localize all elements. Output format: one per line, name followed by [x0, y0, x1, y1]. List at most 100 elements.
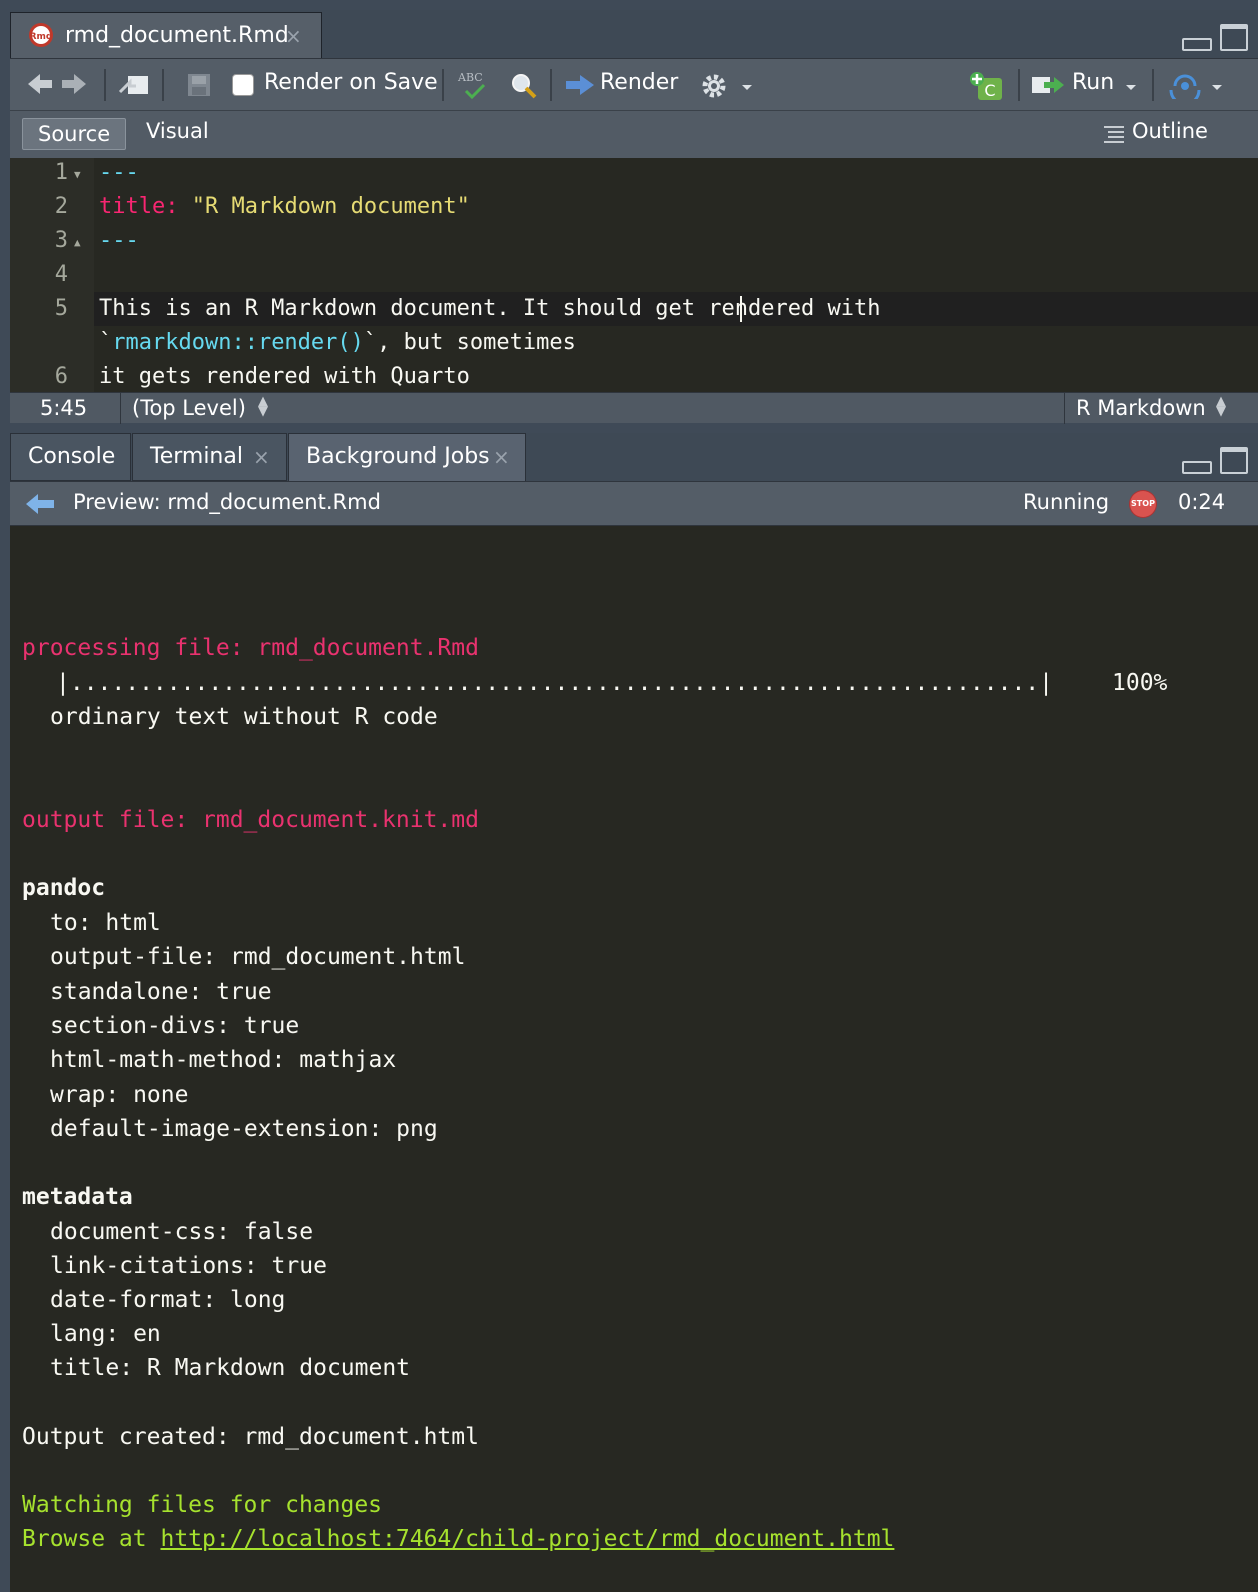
pandoc-item: section-divs: true: [50, 1013, 300, 1039]
close-tab-icon[interactable]: ×: [493, 445, 510, 469]
status-separator: [120, 393, 121, 424]
file-type-selector[interactable]: R Markdown: [1076, 396, 1206, 420]
job-header: Preview: rmd_document.Rmd Running STOP 0…: [10, 481, 1258, 526]
code-line-6: it gets rendered with Quarto: [99, 364, 470, 389]
scope-selector[interactable]: (Top Level): [132, 396, 246, 420]
job-elapsed: 0:24: [1178, 490, 1226, 514]
code-line-5a: This is an R Markdown document. It shoul…: [99, 296, 881, 321]
spellcheck-check-icon: [464, 83, 486, 99]
progress-percent: 100%: [1112, 670, 1168, 696]
maximize-pane-button[interactable]: [1220, 447, 1248, 474]
pandoc-header: pandoc: [22, 875, 106, 901]
text-cursor: [740, 296, 742, 322]
line-number: 4: [54, 262, 68, 287]
job-title: Preview: rmd_document.Rmd: [73, 490, 381, 514]
metadata-header: metadata: [22, 1184, 133, 1210]
source-mode-label: Source: [38, 122, 111, 146]
gear-icon[interactable]: [700, 72, 728, 100]
line-number: 5: [54, 296, 68, 321]
updown-icon: ▲ ▼: [258, 394, 268, 419]
chevron-down-icon[interactable]: [1210, 83, 1224, 93]
line-number: 2: [54, 194, 68, 219]
code-line-5b: `rmarkdown::render()`, but sometimes: [99, 330, 576, 355]
job-status: Running: [1023, 490, 1110, 514]
console-tabbar: Console Terminal × Background Jobs ×: [10, 433, 1258, 481]
tab-terminal[interactable]: Terminal ×: [132, 433, 287, 481]
run-arrow-icon[interactable]: [1030, 73, 1066, 97]
metadata-item: date-format: long: [50, 1287, 286, 1313]
tab-console[interactable]: Console: [10, 433, 131, 481]
toolbar-separator: [162, 69, 164, 101]
pandoc-item: output-file: rmd_document.html: [50, 944, 466, 970]
cursor-position: 5:45: [40, 396, 88, 420]
chevron-down-icon[interactable]: [1124, 83, 1138, 93]
editor-tab-rmd-document[interactable]: Rmd rmd_document.Rmd ×: [10, 12, 322, 58]
pandoc-item: to: html: [50, 910, 161, 936]
editor-status-bar: 5:45 (Top Level) ▲ ▼ R Markdown ▲ ▼: [10, 392, 1258, 424]
toolbar-separator: [550, 69, 552, 101]
toolbar-separator: [442, 69, 444, 101]
chevron-down-icon[interactable]: [740, 83, 754, 93]
render-on-save-label: Render on Save: [264, 70, 438, 95]
pandoc-item: default-image-extension: png: [50, 1116, 438, 1142]
pandoc-item: standalone: true: [50, 979, 272, 1005]
editor-toolbar: Render on Save ABC Render C Run: [10, 58, 1258, 110]
editor-tabbar: Rmd rmd_document.Rmd ×: [10, 10, 1258, 58]
render-button[interactable]: Render: [600, 70, 678, 95]
minimize-pane-button[interactable]: [1182, 38, 1212, 51]
progress-bar: |.......................................…: [56, 670, 1053, 696]
rmd-file-icon: Rmd: [29, 23, 53, 47]
visual-mode-button[interactable]: Visual: [146, 119, 209, 143]
svg-text:Rmd: Rmd: [30, 32, 53, 42]
publish-icon[interactable]: [1168, 73, 1202, 99]
line-number: 1: [54, 160, 68, 185]
inline-code: rmarkdown::render(): [112, 330, 364, 355]
line-number: 6: [54, 364, 68, 389]
output-ordinary-line: ordinary text without R code: [50, 704, 438, 730]
render-arrow-icon[interactable]: [564, 73, 596, 97]
editor-mode-bar: Source Visual Outline: [10, 110, 1258, 158]
yaml-value: "R Markdown document": [191, 194, 470, 219]
editor-tab-title: rmd_document.Rmd: [65, 23, 289, 48]
metadata-item: link-citations: true: [50, 1253, 327, 1279]
pandoc-item: wrap: none: [50, 1082, 189, 1108]
outline-button[interactable]: Outline: [1132, 119, 1208, 143]
show-in-new-window-icon[interactable]: [118, 72, 150, 98]
close-tab-icon[interactable]: ×: [285, 24, 302, 48]
run-button[interactable]: Run: [1072, 70, 1114, 95]
back-arrow-icon[interactable]: [24, 492, 56, 516]
close-tab-icon[interactable]: ×: [253, 445, 270, 469]
output-processing-line: processing file: rmd_document.Rmd: [22, 635, 479, 661]
back-arrow-icon[interactable]: [26, 72, 54, 96]
insert-chunk-icon[interactable]: C: [968, 70, 1004, 102]
find-replace-icon[interactable]: [510, 72, 538, 100]
code-editor[interactable]: 1 ▼ --- 2 title: "R Markdown document" 3…: [10, 158, 1258, 392]
stop-icon[interactable]: STOP: [1130, 491, 1156, 517]
yaml-key: title:: [99, 194, 179, 219]
status-separator: [1064, 393, 1065, 424]
fold-down-icon[interactable]: ▼: [74, 168, 81, 181]
save-icon[interactable]: [186, 72, 212, 98]
fold-up-icon[interactable]: ▲: [74, 236, 81, 249]
code-line-2: title: "R Markdown document": [99, 194, 470, 219]
toolbar-separator: [104, 69, 106, 101]
toolbar-separator: [1018, 69, 1020, 101]
output-created-line: Output created: rmd_document.html: [22, 1424, 479, 1450]
maximize-pane-button[interactable]: [1220, 24, 1248, 51]
code-line-3: ---: [99, 228, 139, 253]
minimize-pane-button[interactable]: [1182, 461, 1212, 474]
toolbar-separator: [1152, 69, 1154, 101]
source-mode-button[interactable]: Source: [22, 118, 126, 150]
editor-window-controls: [1182, 24, 1248, 51]
tab-background-jobs[interactable]: Background Jobs ×: [288, 433, 526, 481]
tab-label: Console: [28, 444, 116, 469]
console-window-controls: [1182, 447, 1248, 474]
forward-arrow-icon[interactable]: [60, 72, 88, 96]
watching-line: Watching files for changes: [22, 1492, 383, 1518]
render-on-save-checkbox[interactable]: [232, 74, 254, 96]
line-number: 3: [54, 228, 68, 253]
browse-link[interactable]: http://localhost:7464/child-project/rmd_…: [160, 1526, 894, 1552]
browse-line: Browse at http://localhost:7464/child-pr…: [22, 1526, 894, 1552]
tab-label: Terminal: [150, 444, 243, 469]
outline-icon: [1104, 126, 1124, 143]
